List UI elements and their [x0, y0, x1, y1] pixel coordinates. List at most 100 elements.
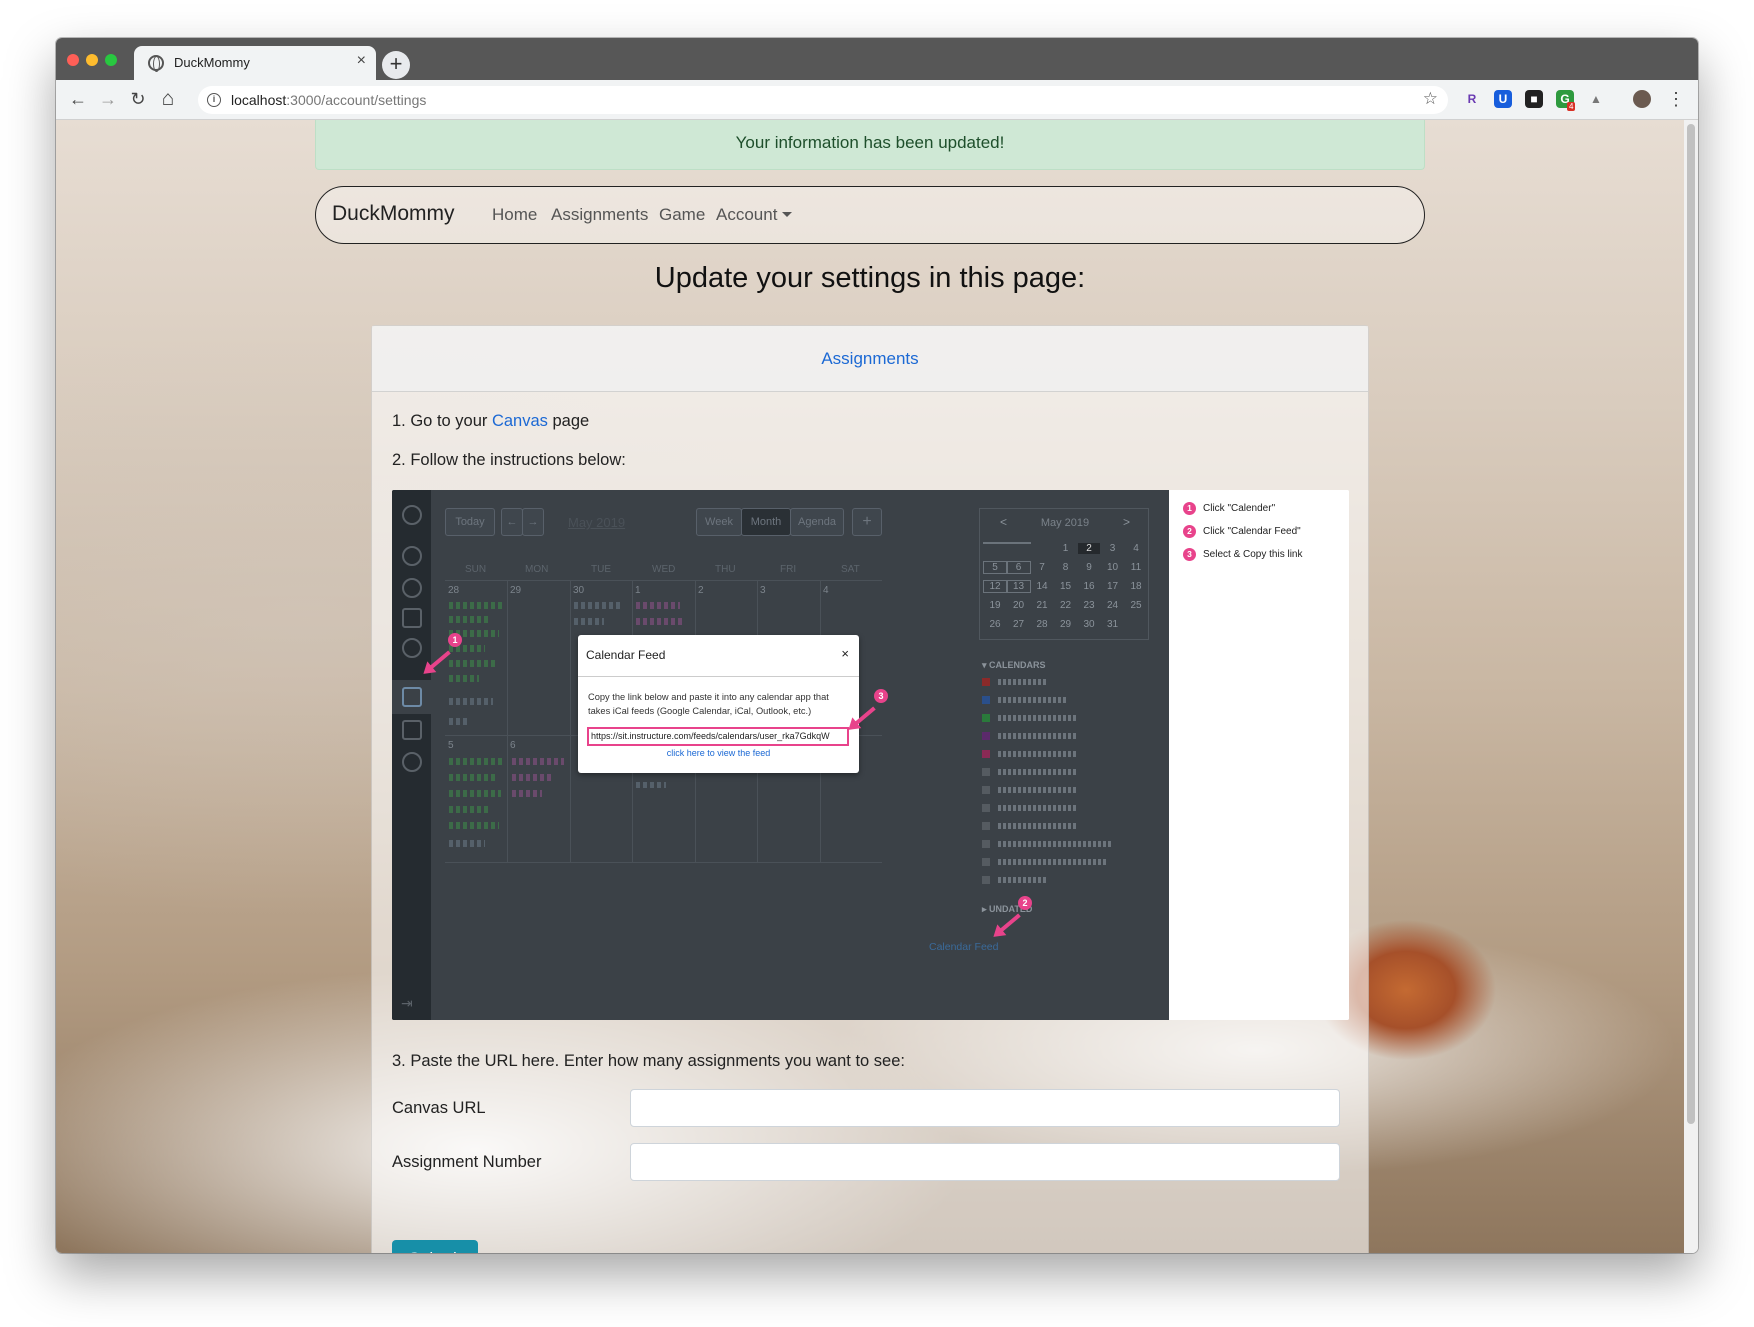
mini-calendar-day: 12: [983, 580, 1007, 593]
extension-shield-icon[interactable]: U: [1494, 90, 1512, 108]
mini-calendar-day: 1: [1062, 543, 1069, 554]
instructions-image: ⇥ Today ← → May 2019 Week Month Agenda +…: [392, 490, 1349, 1020]
mini-next-icon: >: [1123, 515, 1131, 529]
mini-calendar-day: 28: [1036, 619, 1048, 630]
page-title: Update your settings in this page:: [654, 262, 1086, 294]
canvas-url-input[interactable]: [630, 1089, 1340, 1127]
nav-game[interactable]: Game: [659, 205, 705, 225]
reload-icon[interactable]: ↻: [126, 89, 150, 110]
event-block: [449, 675, 479, 682]
back-icon[interactable]: ←: [66, 89, 90, 110]
forward-icon[interactable]: →: [96, 89, 120, 110]
event-block: [449, 774, 495, 781]
calendar-row: [982, 804, 1132, 812]
tab-title: DuckMommy: [174, 55, 250, 70]
feed-url-field: https://sit.instructure.com/feeds/calend…: [587, 727, 849, 746]
info-icon[interactable]: i: [207, 93, 221, 107]
canvas-today-button: Today: [445, 508, 495, 536]
event-block: [636, 618, 684, 625]
mini-calendar-day: 15: [1059, 581, 1072, 592]
extension-r-icon[interactable]: R: [1463, 90, 1481, 108]
canvas-prev-button: ←: [501, 508, 523, 536]
profile-avatar[interactable]: [1633, 90, 1651, 108]
mini-calendar-day: 16: [1083, 581, 1095, 592]
home-icon[interactable]: ⌂: [156, 87, 180, 111]
canvas-link[interactable]: Canvas: [492, 412, 548, 430]
day-header: FRI: [780, 564, 797, 575]
nav-account-dropdown[interactable]: Account: [716, 205, 793, 225]
assignment-number-label: Assignment Number: [392, 1153, 542, 1171]
mini-calendar-day: 23: [1083, 600, 1095, 611]
grid-line: [445, 580, 882, 581]
bookmark-star-icon[interactable]: ☆: [1423, 89, 1438, 109]
modal-close-icon: ×: [841, 646, 849, 661]
calendar-row: [982, 678, 1132, 686]
mini-calendar-day: 4: [1133, 543, 1139, 554]
mini-calendar-day: 17: [1106, 581, 1119, 592]
modal-title: Calendar Feed: [586, 648, 666, 662]
calendar-row: [982, 732, 1132, 740]
page-scrollbar[interactable]: [1684, 120, 1698, 1253]
grid-line: [507, 580, 508, 862]
canvas-calendar-screenshot: ⇥ Today ← → May 2019 Week Month Agenda +…: [392, 490, 1169, 1020]
inbox-icon: [402, 720, 422, 740]
calendar-row: [982, 714, 1132, 722]
date-number: 1: [635, 585, 641, 596]
tab-bar: DuckMommy × +: [56, 38, 1698, 80]
extension-incognito-icon[interactable]: ■: [1525, 90, 1543, 108]
card-header-assignments[interactable]: Assignments: [372, 326, 1368, 392]
mini-calendar-day: 19: [989, 600, 1001, 611]
calendar-row: [982, 696, 1132, 704]
brand-logo[interactable]: DuckMommy: [332, 202, 455, 226]
legend-text: Select & Copy this link: [1203, 549, 1303, 560]
canvas-month-button: Month: [741, 508, 791, 536]
step-marker-3: 3: [874, 689, 888, 703]
extension-drive-icon[interactable]: ▲: [1587, 90, 1605, 108]
nav-assignments[interactable]: Assignments: [551, 205, 648, 225]
dashboard-icon: [402, 578, 422, 598]
mini-calendar-day: 21: [1036, 600, 1048, 611]
event-block: [574, 618, 604, 625]
nav-home[interactable]: Home: [492, 205, 537, 225]
canvas-agenda-button: Agenda: [790, 508, 844, 536]
browser-menu-icon[interactable]: ⋮: [1664, 89, 1688, 110]
scrollbar-thumb[interactable]: [1687, 124, 1695, 1124]
close-window-button[interactable]: [67, 54, 79, 66]
legend-number: 3: [1183, 548, 1196, 561]
legend-text: Click "Calender": [1203, 503, 1276, 514]
view-feed-link: click here to view the feed: [666, 748, 771, 758]
event-block: [449, 616, 489, 623]
browser-toolbar: ← → ↻ ⌂ i localhost:3000/account/setting…: [56, 80, 1698, 120]
new-tab-button[interactable]: +: [382, 51, 410, 79]
submit-button[interactable]: Submit: [392, 1240, 478, 1253]
event-block: [449, 840, 485, 847]
mini-calendar-day: 24: [1106, 600, 1119, 611]
help-icon: [402, 752, 422, 772]
assignment-number-input[interactable]: [630, 1143, 1340, 1181]
address-bar[interactable]: i localhost:3000/account/settings ☆: [198, 86, 1448, 114]
calendar-row: [982, 822, 1132, 830]
calendar-row: [982, 876, 1132, 884]
canvas-add-button: +: [852, 508, 882, 536]
day-header: THU: [715, 564, 736, 575]
url-text[interactable]: localhost:3000/account/settings: [231, 92, 426, 108]
extension-badge: 4: [1567, 102, 1576, 111]
browser-tab[interactable]: DuckMommy ×: [134, 46, 376, 80]
canvas-next-button: →: [522, 508, 544, 536]
mini-calendar-day: 22: [1059, 600, 1072, 611]
date-number: 2: [698, 585, 704, 596]
maximize-window-button[interactable]: [105, 54, 117, 66]
tab-close-icon[interactable]: ×: [357, 52, 366, 70]
step-1: 1. Go to your Canvas page: [392, 412, 590, 430]
instructions-legend: 1 Click "Calender" 2 Click "Calendar Fee…: [1169, 490, 1349, 1020]
mini-calendar-day: 14: [1036, 581, 1048, 592]
event-block: [449, 660, 495, 667]
success-alert: Your information has been updated!: [315, 120, 1425, 170]
mini-calendar-day: 9: [1086, 562, 1092, 573]
event-block: [636, 602, 680, 609]
calendars-header: ▾ CALENDARS: [982, 660, 1046, 670]
canvas-url-label: Canvas URL: [392, 1099, 486, 1117]
canvas-month-label: May 2019: [568, 515, 626, 530]
event-block: [449, 718, 469, 725]
minimize-window-button[interactable]: [86, 54, 98, 66]
